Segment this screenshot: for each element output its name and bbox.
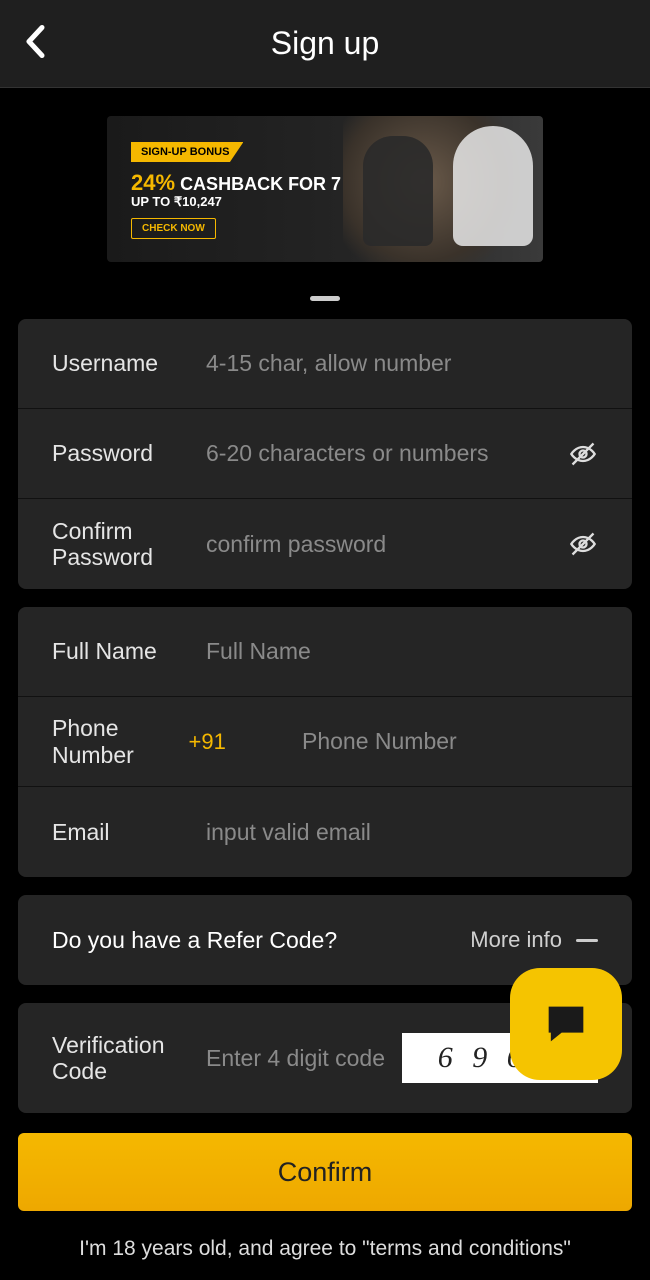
personal-info-card: Full Name Phone Number +91 Email (18, 607, 632, 877)
phone-input[interactable] (302, 728, 598, 755)
eye-off-icon[interactable] (568, 530, 598, 558)
back-icon[interactable] (24, 24, 46, 63)
signup-bonus-banner[interactable]: SIGN-UP BONUS 24% CASHBACK FOR 7 DAYS UP… (107, 116, 543, 262)
refer-question: Do you have a Refer Code? (52, 927, 470, 954)
fullname-input[interactable] (206, 638, 598, 665)
chat-icon (540, 998, 592, 1050)
fullname-row: Full Name (18, 607, 632, 697)
check-now-button[interactable]: CHECK NOW (131, 218, 216, 239)
bonus-tag: SIGN-UP BONUS (131, 142, 243, 162)
password-input[interactable] (206, 440, 568, 467)
eye-off-icon[interactable] (568, 440, 598, 468)
password-row: Password (18, 409, 632, 499)
username-label: Username (52, 350, 206, 376)
chat-button[interactable] (510, 968, 622, 1080)
pager-indicator (310, 296, 340, 301)
confirm-password-row: Confirm Password (18, 499, 632, 589)
banner-image (343, 116, 543, 262)
page-title: Sign up (0, 25, 650, 62)
confirm-password-input[interactable] (206, 531, 568, 558)
terms-text[interactable]: I'm 18 years old, and agree to "terms an… (0, 1237, 650, 1261)
confirm-button[interactable]: Confirm (18, 1133, 632, 1211)
email-input[interactable] (206, 819, 598, 846)
confirm-password-label: Confirm Password (52, 518, 206, 571)
more-info-label: More info (470, 927, 562, 953)
password-label: Password (52, 440, 206, 466)
username-input[interactable] (206, 350, 598, 377)
credentials-card: Username Password Confirm Password (18, 319, 632, 589)
email-label: Email (52, 819, 206, 845)
verification-label: Verification Code (52, 1032, 206, 1085)
phone-label: Phone Number (52, 715, 189, 768)
cashback-percent: 24% (131, 170, 175, 195)
username-row: Username (18, 319, 632, 409)
minus-icon (576, 939, 598, 942)
verification-input[interactable] (206, 1045, 402, 1072)
phone-row: Phone Number +91 (18, 697, 632, 787)
header: Sign up (0, 0, 650, 88)
cashback-upto: UP TO ₹10,247 (131, 194, 222, 210)
fullname-label: Full Name (52, 638, 206, 664)
country-code[interactable]: +91 (189, 729, 302, 755)
email-row: Email (18, 787, 632, 877)
